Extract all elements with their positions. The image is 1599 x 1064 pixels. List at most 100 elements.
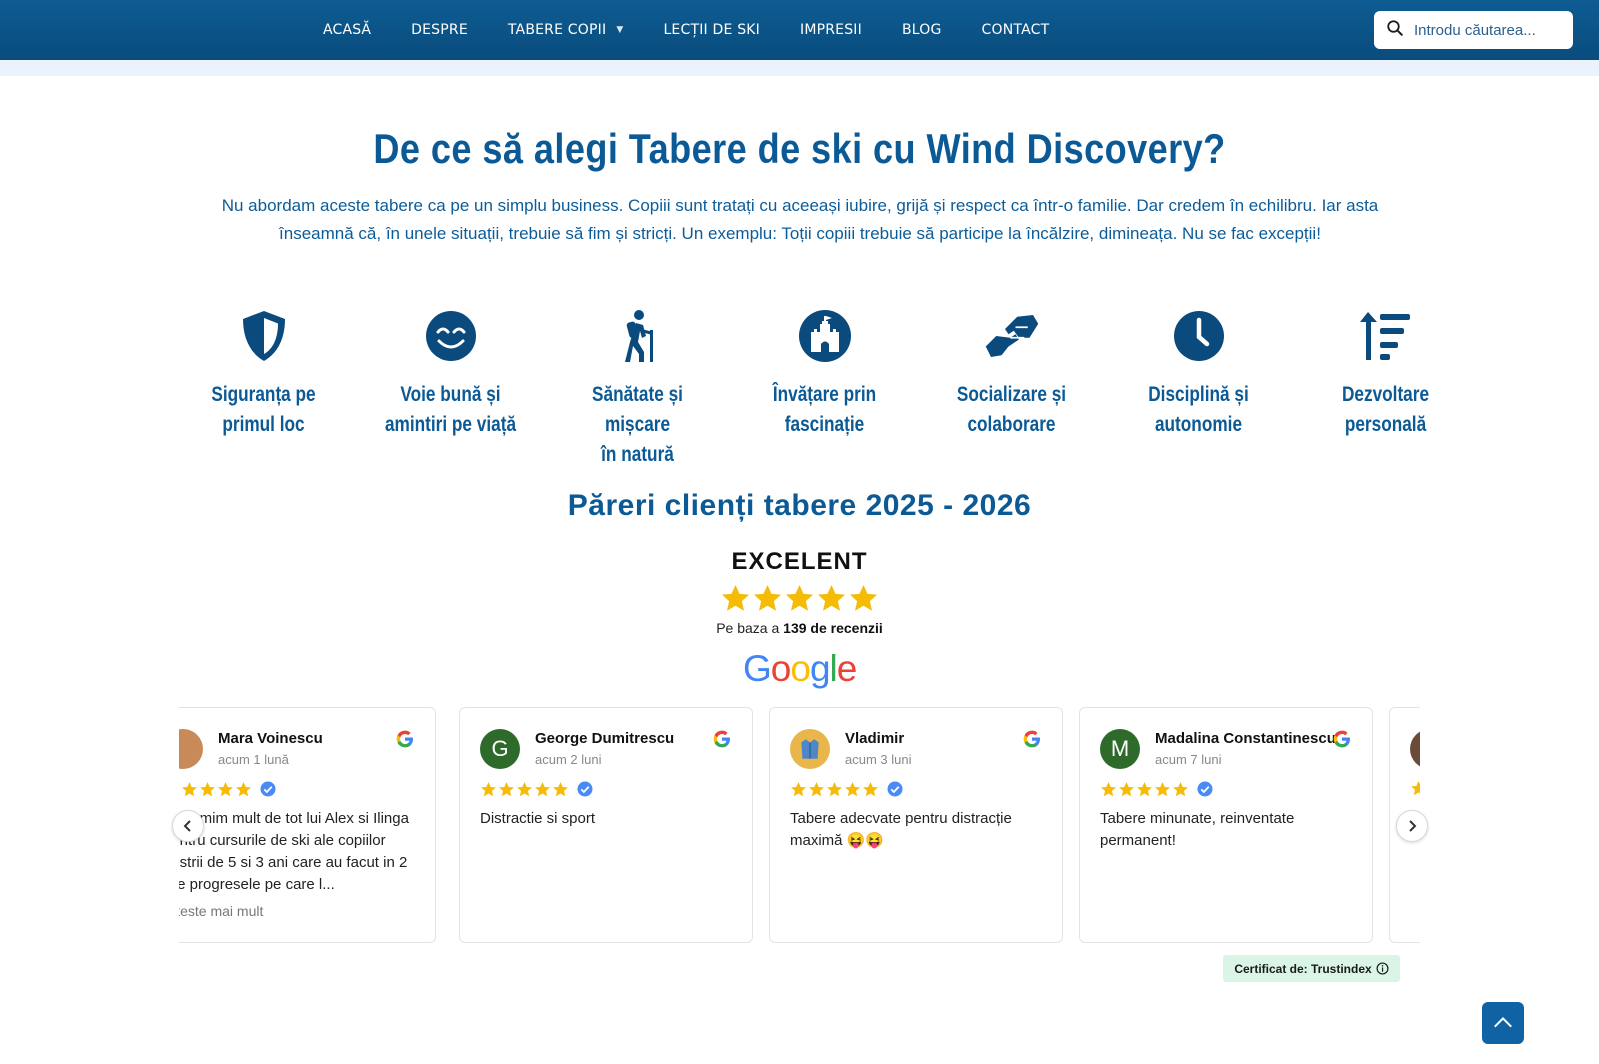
certificate-label: Certificat de: Trustindex: [1234, 961, 1372, 976]
based-prefix: Pe baza a: [716, 620, 784, 636]
nav-item-label: TABERE COPII: [507, 22, 607, 38]
star-icon: [721, 584, 750, 611]
star-icon: [481, 781, 496, 796]
nav-item-label: DESPRE: [411, 22, 468, 38]
nav-item-lectii-de-ski[interactable]: LECȚII DE SKI: [663, 22, 760, 38]
star-icon: [179, 781, 180, 798]
star-icon: [845, 781, 860, 796]
search-icon[interactable]: [1386, 19, 1404, 42]
trustindex-certificate[interactable]: Certificat de: Trustindex: [1223, 955, 1400, 982]
nav-item-label: ACASĂ: [323, 22, 372, 38]
feature-label: Voie bună și amintiri pe viață: [384, 383, 517, 436]
chevron-right-icon: [1409, 820, 1417, 832]
rating-stars: [720, 583, 880, 617]
nav-item-label: BLOG: [901, 22, 942, 38]
avatar: G: [480, 729, 520, 769]
castle-icon: [798, 310, 851, 362]
scroll-to-top-button[interactable]: [1482, 1002, 1524, 1044]
google-icon: [1023, 730, 1040, 748]
verified-icon: [577, 781, 593, 797]
nav-item-despre[interactable]: DESPRE: [411, 22, 468, 38]
nav-item-contact[interactable]: CONTACT: [982, 22, 1050, 38]
feature-label: Învățare prin fascinație: [772, 383, 877, 436]
star-icon: [753, 584, 782, 611]
review-stars: [480, 780, 594, 798]
handshake-icon: [985, 315, 1038, 357]
star-icon: [1173, 781, 1188, 796]
review-date: acum 1 lună: [218, 752, 289, 767]
carousel-prev-button[interactable]: [172, 810, 204, 842]
chevron-left-icon: [183, 820, 191, 832]
verified-icon: [1197, 781, 1213, 797]
avatar: M: [1100, 729, 1140, 769]
google-logo: Google: [743, 648, 857, 689]
review-text: Tabere minunate, reinventate permanent!: [1100, 810, 1295, 849]
review-date: acum 3 luni: [845, 752, 912, 767]
star-icon: [1155, 781, 1170, 796]
feature-label: Dezvoltare personală: [1341, 383, 1430, 436]
review-date: acum 7 luni: [1155, 752, 1222, 767]
search-box: [1374, 11, 1573, 49]
nav-item-label: LECȚII DE SKI: [663, 22, 760, 38]
review-date: acum 2 luni: [535, 752, 602, 767]
search-input[interactable]: [1414, 21, 1554, 39]
feature-item: Disciplină și autonomie: [1105, 308, 1292, 440]
chevron-down-icon: ▼: [616, 25, 624, 35]
clock-icon: [1173, 311, 1224, 361]
review-card[interactable]: Mara Voinescu acum 1 lună Multumim mult …: [179, 707, 436, 943]
reviewer-name: Vladimir: [845, 730, 905, 747]
reviewer-name: Madalina Constantinescu: [1155, 730, 1336, 747]
star-icon: [218, 781, 233, 796]
feature-item: Voie bună și amintiri pe viață: [357, 308, 544, 440]
avatar: [179, 729, 203, 769]
nav-item-tabere-copii[interactable]: TABERE COPII ▼: [508, 22, 624, 38]
nav-item-impresii[interactable]: IMPRESII: [800, 22, 862, 38]
jacket-icon: [801, 739, 819, 759]
review-card[interactable]: M Madalina Constantinescu acum 7 luni Ta…: [1079, 707, 1373, 943]
star-icon: [517, 781, 532, 796]
star-icon: [849, 584, 878, 611]
nav-item-label: IMPRESII: [800, 22, 862, 38]
carousel-next-button[interactable]: [1396, 810, 1428, 842]
reviews-carousel: Mara Voinescu acum 1 lună Multumim mult …: [179, 707, 1420, 945]
feature-item: Dezvoltare personală: [1292, 308, 1479, 440]
reviewer-name: George Dumitrescu: [535, 730, 675, 747]
rating-word: EXCELENT: [731, 548, 868, 575]
star-icon: [817, 584, 846, 611]
review-card[interactable]: Vladimir acum 3 luni Tabere adecvate pen…: [769, 707, 1063, 943]
star-icon: [200, 781, 215, 796]
avatar: [790, 729, 830, 769]
star-icon: [499, 781, 514, 796]
review-text: Multumim mult de tot lui Alex si Ilinga …: [179, 810, 409, 893]
feature-item: Sănătate și mișcare în natură: [544, 308, 731, 470]
smile-icon: [425, 311, 476, 361]
verified-icon: [887, 781, 903, 797]
star-icon: [182, 781, 197, 796]
features-row: Siguranța pe primul loc Voie bună și ami…: [170, 308, 1435, 466]
reviewer-name: Mara Voinescu: [218, 730, 323, 747]
hiker-icon: [624, 310, 653, 362]
feature-label: Socializare și colaborare: [956, 383, 1067, 436]
read-more-link[interactable]: Citeste mai mult: [179, 903, 263, 919]
nav-item-acasa[interactable]: ACASĂ: [323, 22, 371, 38]
star-icon: [809, 781, 824, 796]
feature-label: Disciplină și autonomie: [1148, 383, 1249, 436]
subheader-strip: [0, 60, 1599, 76]
review-text: Distractie si sport: [480, 810, 596, 827]
nav-item-blog[interactable]: BLOG: [902, 22, 942, 38]
review-stars: [1100, 780, 1214, 798]
star-icon: [553, 781, 568, 796]
section-title: De ce să alegi Tabere de ski cu Wind Dis…: [373, 125, 1226, 172]
chevron-up-icon: [1494, 1016, 1512, 1028]
feature-label: Siguranța pe primul loc: [211, 383, 316, 436]
nav-item-label: CONTACT: [981, 22, 1050, 38]
rating-based-on: Pe baza a 139 de recenzii: [0, 620, 1599, 636]
feature-label: Sănătate și mișcare în natură: [592, 383, 683, 466]
review-stars: [790, 780, 904, 798]
star-icon: [535, 781, 550, 796]
star-icon: [791, 781, 806, 796]
google-icon: [396, 730, 413, 748]
shield-icon: [242, 311, 285, 361]
star-icon: [1119, 781, 1134, 796]
review-card[interactable]: G George Dumitrescu acum 2 luni Distract…: [459, 707, 753, 943]
